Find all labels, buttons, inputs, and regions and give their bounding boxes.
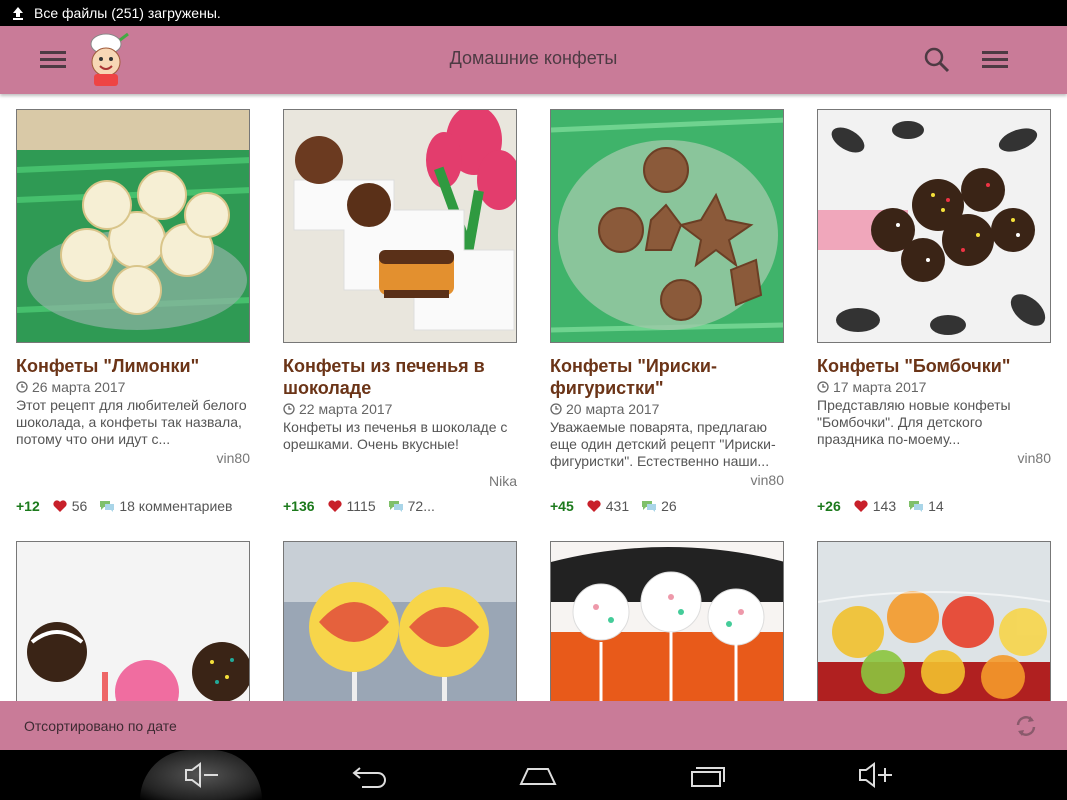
score-value: +136 <box>283 498 315 514</box>
clock-icon <box>16 381 28 393</box>
clock-icon <box>550 403 562 415</box>
recipe-card[interactable] <box>283 541 517 701</box>
recipe-author[interactable]: vin80 <box>817 450 1051 466</box>
comments-count[interactable]: 72... <box>408 498 435 514</box>
recipe-card[interactable] <box>817 541 1051 701</box>
comments-icon[interactable] <box>388 498 404 514</box>
volume-up-icon <box>859 762 892 788</box>
recipe-card[interactable]: Конфеты "Лимонки" 26 марта 2017 Этот рец… <box>16 109 250 514</box>
back-icon <box>352 767 386 788</box>
recipe-author[interactable]: vin80 <box>550 472 784 488</box>
recipe-title[interactable]: Конфеты из печенья в шоколаде <box>283 355 517 399</box>
sort-bar: Отсортировано по дате <box>0 701 1067 750</box>
back-button[interactable] <box>350 760 390 790</box>
status-bar: Все файлы (251) загружены. <box>0 0 1067 26</box>
date-text: 26 марта 2017 <box>32 379 126 395</box>
upload-icon <box>10 5 26 21</box>
heart-icon[interactable] <box>52 498 68 514</box>
recipe-stats: +12 56 18 комментариев <box>16 498 233 514</box>
recipe-stats: +136 1115 72... <box>283 498 435 514</box>
recipe-card[interactable]: Конфеты "Ириски-фигуристки" 20 марта 201… <box>550 109 784 514</box>
recipe-card[interactable]: Конфеты "Бомбочки" 17 марта 2017 Предста… <box>817 109 1051 514</box>
recipe-stats: +45 431 26 <box>550 498 677 514</box>
recipe-card[interactable]: Конфеты из печенья в шоколаде 22 марта 2… <box>283 109 517 514</box>
recipe-photo[interactable] <box>817 109 1051 343</box>
recipe-description: Этот рецепт для любителей белого шоколад… <box>16 397 247 447</box>
recipe-photo[interactable] <box>16 109 250 343</box>
volume-down-button[interactable] <box>182 760 222 790</box>
recipe-description: Уважаемые поварята, предлагаю еще один д… <box>550 419 776 469</box>
refresh-button[interactable] <box>1013 713 1039 739</box>
likes-count: 1115 <box>346 498 376 514</box>
date-text: 17 марта 2017 <box>833 379 927 395</box>
overflow-menu-button[interactable] <box>980 46 1012 74</box>
comments-count[interactable]: 26 <box>661 498 677 514</box>
comments-icon[interactable] <box>641 498 657 514</box>
recipe-photo[interactable] <box>16 541 250 701</box>
home-button[interactable] <box>518 760 558 790</box>
recipe-title[interactable]: Конфеты "Бомбочки" <box>817 355 1051 377</box>
navigation-bar <box>0 750 1067 800</box>
volume-up-button[interactable] <box>856 760 896 790</box>
recipe-title[interactable]: Конфеты "Лимонки" <box>16 355 250 377</box>
date-text: 22 марта 2017 <box>299 401 393 417</box>
heart-icon[interactable] <box>853 498 869 514</box>
volume-down-icon <box>185 762 218 788</box>
recipe-grid[interactable]: Конфеты "Лимонки" 26 марта 2017 Этот рец… <box>0 94 1067 701</box>
comments-count[interactable]: 14 <box>928 498 944 514</box>
heart-icon[interactable] <box>327 498 343 514</box>
recipe-date: 26 марта 2017 <box>16 379 250 395</box>
score-value: +45 <box>550 498 574 514</box>
comments-icon[interactable] <box>99 498 115 514</box>
page-title: Домашние конфеты <box>449 48 618 68</box>
score-value: +12 <box>16 498 40 514</box>
recipe-photo[interactable] <box>550 541 784 701</box>
comments-icon[interactable] <box>908 498 924 514</box>
likes-count: 431 <box>605 498 630 514</box>
heart-icon[interactable] <box>586 498 602 514</box>
search-icon <box>924 47 950 73</box>
recent-apps-button[interactable] <box>688 760 728 790</box>
date-text: 20 марта 2017 <box>566 401 660 417</box>
recipe-card[interactable] <box>16 541 250 701</box>
clock-icon <box>283 403 295 415</box>
comments-count[interactable]: 18 комментариев <box>119 498 232 514</box>
recipe-date: 17 марта 2017 <box>817 379 1051 395</box>
status-text: Все файлы (251) загружены. <box>34 5 221 21</box>
recipe-photo[interactable] <box>817 541 1051 701</box>
recipe-photo[interactable] <box>550 109 784 343</box>
recipe-card[interactable] <box>550 541 784 701</box>
recipe-date: 22 марта 2017 <box>283 401 517 417</box>
score-value: +26 <box>817 498 841 514</box>
recent-apps-icon <box>691 767 725 787</box>
recipe-date: 20 марта 2017 <box>550 401 784 417</box>
app-bar: Домашние конфеты <box>0 26 1067 94</box>
recipe-description: Конфеты из печенья в шоколаде с орешками… <box>283 419 508 452</box>
recipe-photo[interactable] <box>283 541 517 701</box>
clock-icon <box>817 381 829 393</box>
menu-lines-icon <box>982 51 1008 68</box>
sort-label: Отсортировано по дате <box>24 717 177 734</box>
recipe-author[interactable]: Nika <box>283 473 517 489</box>
recipe-author[interactable]: vin80 <box>16 450 250 466</box>
recipe-stats: +26 143 14 <box>817 498 944 514</box>
recipe-description: Представляю новые конфеты "Бомбочки". Дл… <box>817 397 1011 447</box>
recipe-title[interactable]: Конфеты "Ириски-фигуристки" <box>550 355 784 399</box>
likes-count: 56 <box>71 498 88 514</box>
likes-count: 143 <box>872 498 897 514</box>
home-icon <box>519 768 557 785</box>
search-button[interactable] <box>920 44 954 78</box>
refresh-icon <box>1016 716 1036 736</box>
recipe-photo[interactable] <box>283 109 517 343</box>
